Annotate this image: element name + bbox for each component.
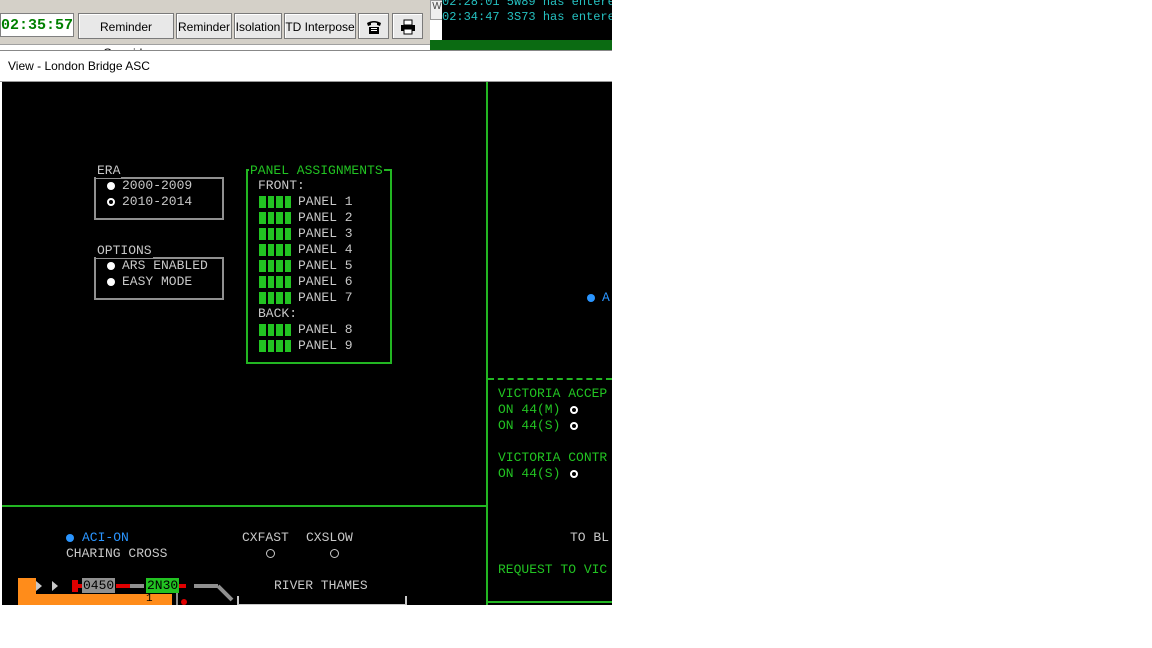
victoria-control-label: VICTORIA CONTR (498, 450, 608, 465)
radio-era-2000-2009[interactable] (107, 182, 115, 190)
panel-label: PANEL 8 (298, 322, 353, 337)
checkbox-easy-mode[interactable] (107, 278, 115, 286)
era-option-label: 2000-2009 (122, 178, 193, 193)
panel-label: PANEL 7 (298, 290, 353, 305)
victoria-accept-label: VICTORIA ACCEP (498, 386, 608, 401)
options-legend: OPTIONS (96, 243, 153, 258)
panel-label: PANEL 1 (298, 194, 353, 209)
on-44s-control-label: ON 44(S) (498, 466, 561, 481)
message-line: 02:34:47 3S73 has entered (442, 10, 612, 24)
panel-assignments-legend: PANEL ASSIGNMENTS (249, 163, 384, 178)
panel-9-indicator[interactable] (259, 340, 291, 352)
panel-1-indicator[interactable] (259, 196, 291, 208)
telephone-button[interactable] (358, 13, 389, 39)
panel-label: PANEL 5 (298, 258, 353, 273)
td-interpose-button[interactable]: TD Interpose (284, 13, 356, 39)
vertical-divider (486, 82, 488, 605)
bottom-right-divider (488, 601, 612, 603)
cxfast-label: CXFAST (242, 530, 289, 545)
panel-4-indicator[interactable] (259, 244, 291, 256)
reminder-button[interactable]: Reminder (176, 13, 232, 39)
aci-indicator-right[interactable] (587, 294, 595, 302)
message-line: 02:28:01 5W89 has entered (442, 0, 612, 9)
panel-8-indicator[interactable] (259, 324, 291, 336)
clock-display: 02:35:57 (0, 13, 74, 37)
telephone-icon (366, 21, 381, 34)
track-number: 1 (146, 593, 153, 605)
era-option-label: 2010-2014 (122, 194, 193, 209)
window-title: View - London Bridge ASC (8, 59, 150, 73)
on-44s-indicator[interactable] (570, 422, 578, 430)
panel-7-indicator[interactable] (259, 292, 291, 304)
printer-icon (400, 19, 415, 35)
print-button[interactable] (392, 13, 423, 39)
view-window-titlebar[interactable]: View - London Bridge ASC (0, 50, 612, 82)
back-label: BACK: (258, 306, 298, 321)
signal-panel-canvas: ERA 2000-2009 2010-2014 OPTIONS ARS ENAB… (2, 82, 612, 605)
horizontal-divider (2, 505, 488, 507)
to-bl-label: TO BL (570, 530, 610, 545)
top-toolbar: 02:35:57 Reminder Override Reminder Isol… (0, 0, 430, 60)
dashed-divider (488, 378, 612, 380)
train-berth-0450[interactable]: 0450 (82, 578, 116, 593)
option-label: ARS ENABLED (122, 258, 208, 273)
message-log: 02:28:01 5W89 has entered 02:34:47 3S73 … (442, 0, 612, 40)
aci-on-label: ACI-ON (82, 530, 129, 545)
on-44m-indicator[interactable] (570, 406, 578, 414)
cxslow-indicator[interactable] (330, 549, 339, 558)
panel-label: PANEL 6 (298, 274, 353, 289)
panel-6-indicator[interactable] (259, 276, 291, 288)
on-44s-label: ON 44(S) (498, 418, 561, 433)
partial-label-right: A (602, 290, 610, 305)
front-label: FRONT: (258, 178, 305, 193)
aci-on-indicator[interactable] (66, 534, 74, 542)
on-44m-label: ON 44(M) (498, 402, 561, 417)
charing-cross-label: CHARING CROSS (66, 546, 168, 561)
track-diagram (36, 580, 234, 605)
radio-era-2010-2014[interactable] (107, 198, 115, 206)
river-thames-bracket (237, 596, 407, 605)
request-to-victoria-label: REQUEST TO VIC (498, 562, 608, 577)
panel-5-indicator[interactable] (259, 260, 291, 272)
panel-label: PANEL 4 (298, 242, 353, 257)
panel-3-indicator[interactable] (259, 228, 291, 240)
train-berth-2n30[interactable]: 2N30 (146, 578, 180, 593)
on-44s-control-indicator[interactable] (570, 470, 578, 478)
panel-2-indicator[interactable] (259, 212, 291, 224)
panel-label: PANEL 2 (298, 210, 353, 225)
status-strip (430, 40, 612, 50)
option-label: EASY MODE (122, 274, 193, 289)
reminder-override-button[interactable]: Reminder Override (78, 13, 174, 60)
panel-label: PANEL 3 (298, 226, 353, 241)
era-legend: ERA (96, 163, 122, 178)
isolation-button[interactable]: Isolation (234, 13, 282, 39)
cxslow-label: CXSLOW (306, 530, 353, 545)
cxfast-indicator[interactable] (266, 549, 275, 558)
checkbox-ars-enabled[interactable] (107, 262, 115, 270)
panel-label: PANEL 9 (298, 338, 353, 353)
